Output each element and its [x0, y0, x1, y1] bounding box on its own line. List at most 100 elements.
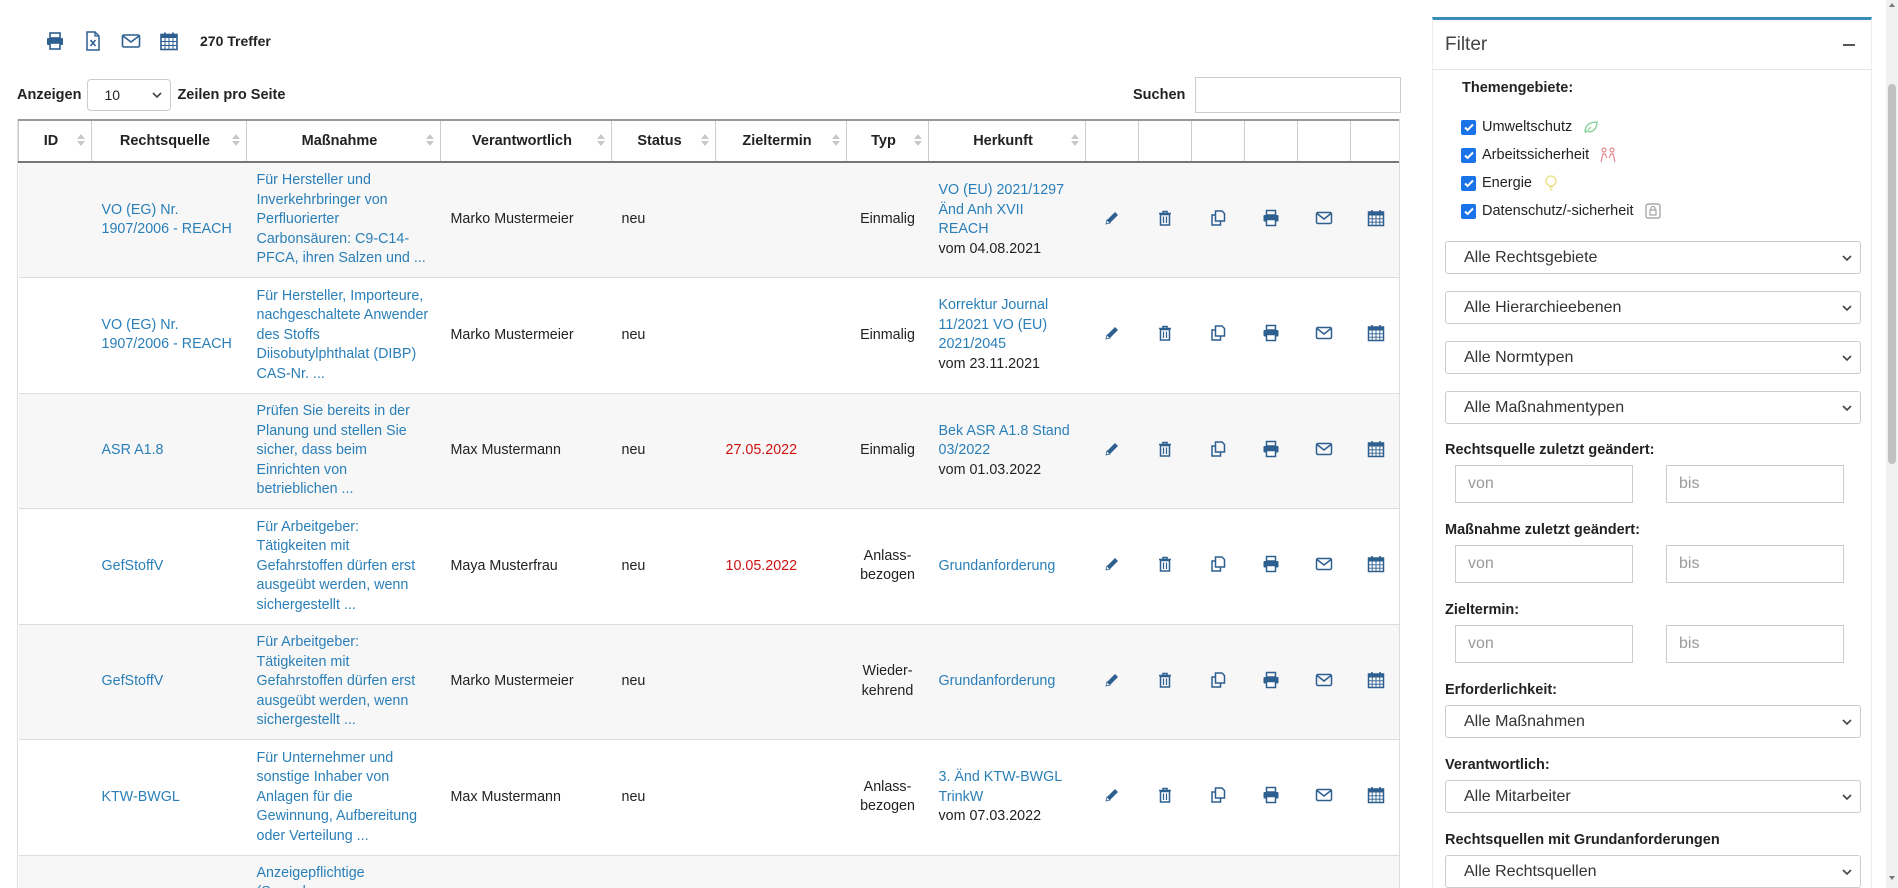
massnahme-link[interactable]: Für Arbeitgeber: Tätigkeiten mit Gefahrs… [257, 519, 416, 613]
table-row[interactable]: ASR A1.8 Prüfen Sie bereits in der Planun… [18, 393, 1399, 509]
checkbox-checked[interactable] [1461, 175, 1476, 191]
scroll-up-arrow-icon[interactable] [1889, 3, 1895, 7]
col-zieltermin[interactable]: Zieltermin [715, 119, 847, 163]
zieltermin-from-input[interactable]: von [1455, 625, 1633, 663]
herkunft-link[interactable]: VO (EU) 2021/1297 Änd Anh XVII REACH [939, 182, 1065, 237]
rechtsquelle-link[interactable]: VO (EG) Nr. 1907/2006 - REACH [102, 317, 232, 353]
herkunft-link[interactable]: Bek ASR A1.8 Stand 03/2022 [939, 423, 1070, 459]
copy-icon[interactable] [1207, 784, 1229, 806]
copy-icon[interactable] [1207, 438, 1229, 460]
search-input[interactable] [1195, 77, 1402, 113]
collapse-button[interactable] [1839, 35, 1859, 55]
print-icon[interactable] [1260, 438, 1282, 460]
col-id[interactable]: ID [18, 119, 92, 163]
excel-icon[interactable] [82, 30, 104, 52]
envelope-icon[interactable] [1313, 553, 1335, 575]
herkunft-link[interactable]: 3. Änd KTW-BWGL TrinkW [939, 769, 1062, 805]
massnahme-link[interactable]: Für Unternehmer und sonstige Inhaber von… [257, 750, 418, 844]
checkbox-checked[interactable] [1461, 203, 1476, 219]
pencil-icon[interactable] [1101, 553, 1123, 575]
m-changed-from-input[interactable]: von [1455, 545, 1633, 583]
col-rechtsquelle[interactable]: Rechtsquelle [91, 119, 247, 163]
massnahme-link[interactable]: Anzeigepflichtige (Sammler, [257, 865, 365, 888]
scroll-down-arrow-icon[interactable] [1889, 876, 1895, 880]
table-row[interactable]: GefStoffV Für Arbeitgeber: Tätigkeiten mi… [18, 508, 1399, 625]
massnahme-link[interactable]: Für Hersteller, Importeure, nachgeschalt… [257, 288, 429, 382]
rechtsquelle-link[interactable]: VO (EG) Nr. 1907/2006 - REACH [102, 202, 232, 238]
print-icon[interactable] [1260, 207, 1282, 229]
trash-icon[interactable] [1154, 322, 1176, 344]
envelope-icon[interactable] [120, 30, 142, 52]
calendar-icon[interactable] [1365, 669, 1387, 691]
print-icon[interactable] [44, 30, 66, 52]
table-row[interactable]: VO (EG) Nr. 1907/2006 - REACH Für Herstel… [18, 277, 1399, 394]
print-icon[interactable] [1260, 553, 1282, 575]
select-grundanforderungen[interactable]: Alle Rechtsquellen [1445, 855, 1861, 888]
checkbox-checked[interactable] [1461, 147, 1476, 163]
select-erforderlichkeit[interactable]: Alle Maßnahmen [1445, 705, 1861, 738]
massnahme-link[interactable]: Für Hersteller und Inverkehrbringer von … [257, 172, 426, 266]
print-icon[interactable] [1260, 669, 1282, 691]
print-icon[interactable] [1260, 784, 1282, 806]
rechtsquelle-link[interactable]: ASR A1.8 [102, 442, 164, 458]
table-row[interactable]: VO (EG) Nr. 1907/2006 - REACH Für Herstel… [18, 162, 1399, 278]
calendar-icon[interactable] [1365, 322, 1387, 344]
calendar-icon[interactable] [1365, 553, 1387, 575]
calendar-icon[interactable] [158, 30, 180, 52]
col-typ[interactable]: Typ [846, 119, 929, 163]
zieltermin-to-input[interactable]: bis [1666, 625, 1844, 663]
checkbox-checked[interactable] [1461, 119, 1476, 135]
rechtsquelle-link[interactable]: GefStoffV [102, 673, 164, 689]
table-row[interactable]: KTW-BWGL Für Unternehmer und sonstige Inh… [18, 739, 1399, 856]
table-row[interactable]: GefStoffV Für Arbeitgeber: Tätigkeiten mi… [18, 624, 1399, 740]
pencil-icon[interactable] [1101, 669, 1123, 691]
col-status[interactable]: Status [611, 119, 716, 163]
theme-arbeitssicherheit[interactable]: Arbeitssicherheit [1461, 146, 1617, 164]
col-verantwortlich[interactable]: Verantwortlich [440, 119, 612, 163]
calendar-icon[interactable] [1365, 438, 1387, 460]
pencil-icon[interactable] [1101, 784, 1123, 806]
envelope-icon[interactable] [1313, 438, 1335, 460]
select-hierarchieebenen[interactable]: Alle Hierarchieebenen [1445, 291, 1861, 324]
rechtsquelle-link[interactable]: GefStoffV [102, 558, 164, 574]
trash-icon[interactable] [1154, 669, 1176, 691]
col-herkunft[interactable]: Herkunft [928, 119, 1086, 163]
pencil-icon[interactable] [1101, 322, 1123, 344]
table-row[interactable]: Anzeigepflichtige (Sammler, [18, 855, 1399, 888]
page-length-select[interactable]: 10 [87, 79, 172, 111]
copy-icon[interactable] [1207, 669, 1229, 691]
pencil-icon[interactable] [1101, 438, 1123, 460]
massnahme-link[interactable]: Für Arbeitgeber: Tätigkeiten mit Gefahrs… [257, 634, 416, 728]
pencil-icon[interactable] [1101, 207, 1123, 229]
col-massnahme[interactable]: Maßnahme [246, 119, 441, 163]
theme-energie[interactable]: Energie [1461, 174, 1560, 192]
envelope-icon[interactable] [1313, 669, 1335, 691]
herkunft-link[interactable]: Grundanforderung [939, 673, 1056, 689]
calendar-icon[interactable] [1365, 207, 1387, 229]
select-massnahmentypen[interactable]: Alle Maßnahmentypen [1445, 391, 1861, 424]
theme-datenschutz[interactable]: Datenschutz/-sicherheit [1461, 202, 1662, 220]
select-rechtsgebiete[interactable]: Alle Rechtsgebiete [1445, 241, 1861, 274]
trash-icon[interactable] [1154, 784, 1176, 806]
theme-umweltschutz[interactable]: Umweltschutz [1461, 118, 1600, 136]
copy-icon[interactable] [1207, 553, 1229, 575]
rechtsquelle-link[interactable]: KTW-BWGL [102, 789, 180, 805]
page-scrollbar[interactable] [1886, 0, 1898, 888]
calendar-icon[interactable] [1365, 784, 1387, 806]
rq-changed-from-input[interactable]: von [1455, 465, 1633, 503]
trash-icon[interactable] [1154, 207, 1176, 229]
select-normtypen[interactable]: Alle Normtypen [1445, 341, 1861, 374]
herkunft-link[interactable]: Korrektur Journal 11/2021 VO (EU) 2021/2… [939, 297, 1049, 352]
rq-changed-to-input[interactable]: bis [1666, 465, 1844, 503]
m-changed-to-input[interactable]: bis [1666, 545, 1844, 583]
scrollbar-thumb[interactable] [1888, 84, 1896, 464]
herkunft-link[interactable]: Grundanforderung [939, 558, 1056, 574]
envelope-icon[interactable] [1313, 322, 1335, 344]
copy-icon[interactable] [1207, 207, 1229, 229]
envelope-icon[interactable] [1313, 207, 1335, 229]
print-icon[interactable] [1260, 322, 1282, 344]
trash-icon[interactable] [1154, 553, 1176, 575]
envelope-icon[interactable] [1313, 784, 1335, 806]
select-verantwortlich[interactable]: Alle Mitarbeiter [1445, 780, 1861, 813]
trash-icon[interactable] [1154, 438, 1176, 460]
